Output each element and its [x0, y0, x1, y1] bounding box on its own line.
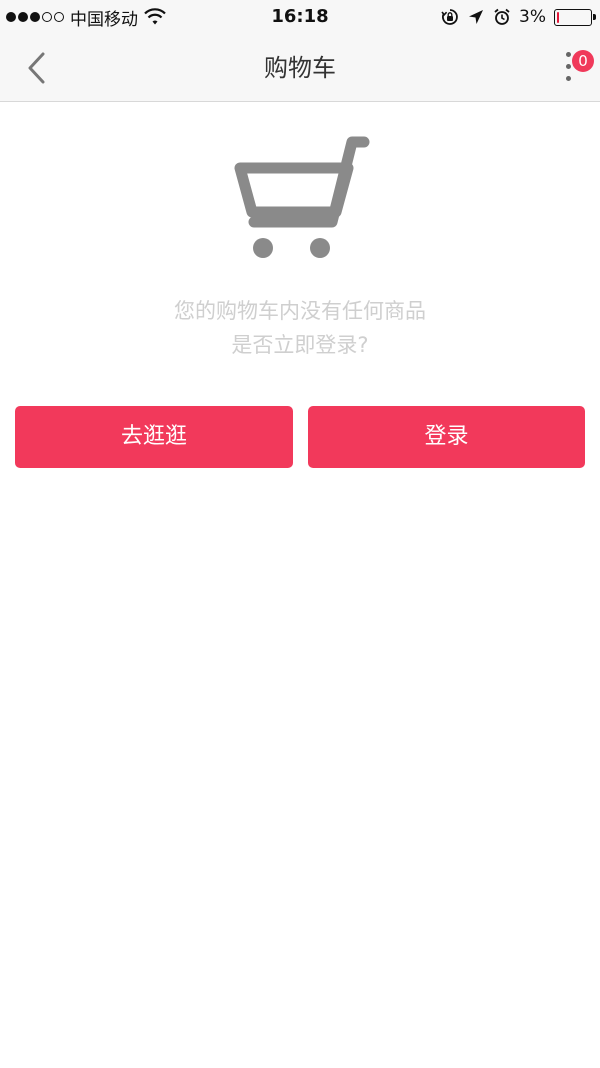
status-left: 中国移动	[6, 4, 166, 30]
carrier-name: 中国移动	[70, 9, 138, 30]
back-button[interactable]	[14, 46, 58, 90]
navigation-bar: 购物车 0	[0, 34, 600, 102]
battery-percentage: 3%	[519, 7, 546, 27]
empty-cart-line-2: 是否立即登录?	[231, 333, 369, 357]
login-button[interactable]: 登录	[308, 406, 585, 468]
location-arrow-icon	[469, 10, 484, 24]
screen: 中国移动 16:18 3% 购物车 0 您的购物车内没有任何商品 是否立即登录?…	[0, 0, 600, 1068]
empty-cart-message: 您的购物车内没有任何商品 是否立即登录?	[0, 294, 600, 362]
page-title: 购物车	[264, 54, 336, 82]
message-count-badge: 0	[572, 50, 594, 72]
wifi-icon	[144, 8, 166, 25]
browse-button[interactable]: 去逛逛	[15, 406, 293, 468]
status-bar: 中国移动 16:18 3%	[0, 0, 600, 34]
battery-level-fill	[557, 11, 559, 23]
status-right: 3%	[441, 4, 596, 30]
chevron-left-icon	[28, 52, 45, 84]
more-vertical-icon	[566, 52, 572, 84]
battery-icon	[554, 8, 596, 26]
more-menu-button[interactable]: 0	[554, 44, 594, 92]
signal-strength-icon	[6, 12, 64, 22]
shopping-cart-icon	[234, 136, 370, 258]
empty-cart-line-1: 您的购物车内没有任何商品	[174, 299, 426, 323]
alarm-icon	[494, 8, 510, 25]
orientation-lock-icon	[441, 9, 458, 25]
